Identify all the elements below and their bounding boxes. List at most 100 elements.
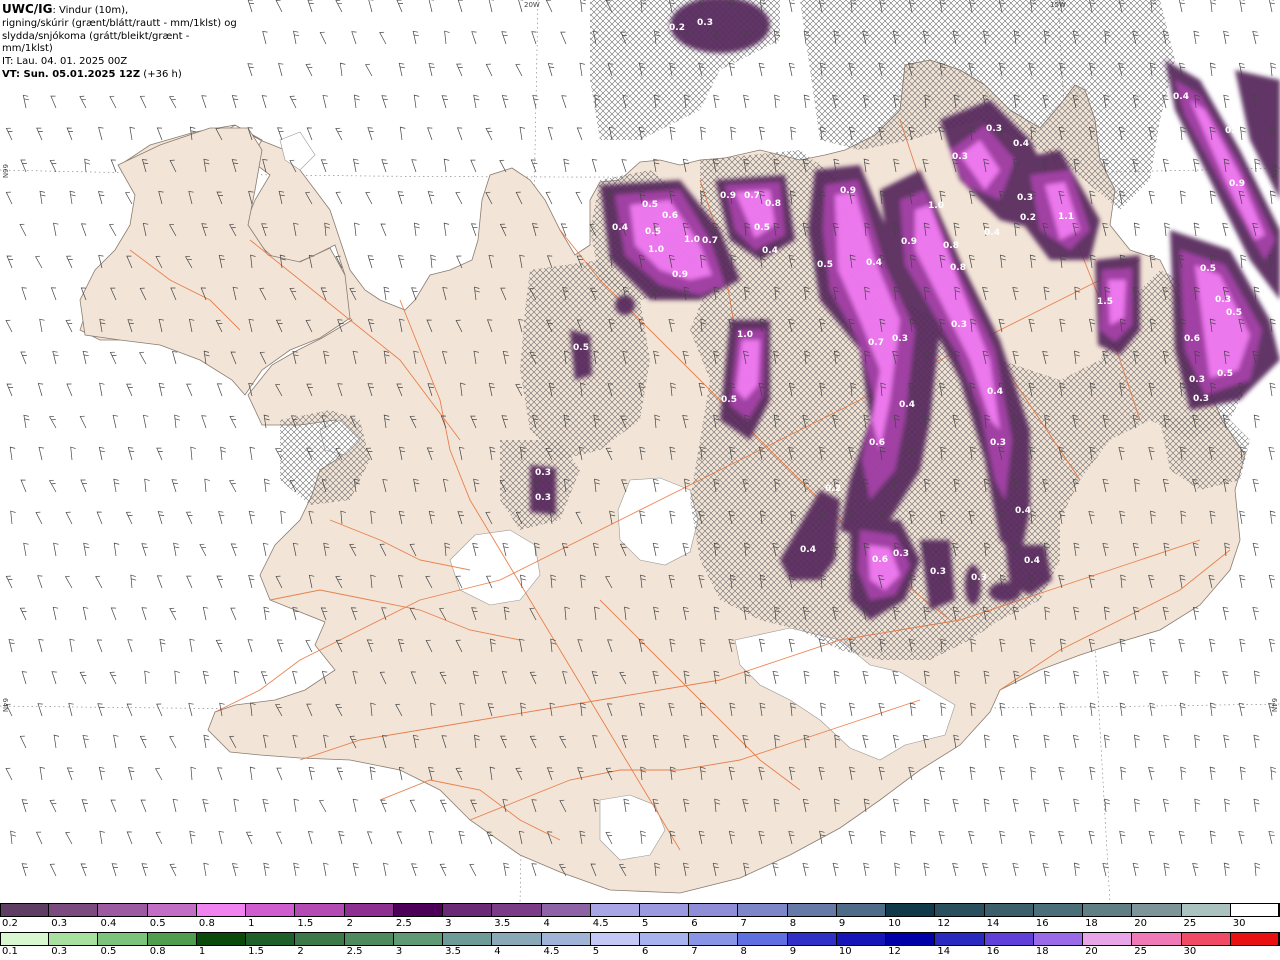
precip-label: 0.5 <box>1226 308 1242 318</box>
legend-swatch <box>689 932 739 946</box>
precip-label: 0.5 <box>817 260 833 270</box>
graticule-label-left-upper: 66N <box>1 164 9 179</box>
legend-swatch <box>443 932 493 946</box>
legend-label: 14 <box>986 918 1000 929</box>
legend-swatch <box>984 932 1034 946</box>
legend-label: 1.5 <box>248 946 265 957</box>
legend-label: 1.5 <box>297 918 314 929</box>
precip-label: 0.9 <box>1229 179 1245 189</box>
legend-label: 18 <box>1035 946 1049 957</box>
legend-swatch <box>590 932 640 946</box>
precip-label: 0.3 <box>952 152 968 162</box>
legend-label: 3 <box>395 946 403 957</box>
legend-swatch <box>836 932 887 946</box>
precip-label: 0.3 <box>892 334 908 344</box>
precip-label: 0.5 <box>645 227 661 237</box>
legend-swatch <box>295 932 345 946</box>
legend-label: 7 <box>740 918 747 929</box>
precip-label: 0.4 <box>1015 506 1031 516</box>
graticule-label-top-left: 20W <box>524 1 540 9</box>
precip-label: 0.3 <box>990 438 1006 448</box>
legend-label: 16 <box>986 946 1000 957</box>
graticule-label-right-upper: 66N <box>1270 164 1278 179</box>
legend-swatch <box>0 932 50 946</box>
legend-label: 6 <box>642 946 649 957</box>
legend-swatch <box>295 903 345 917</box>
precip-label: 1.0 <box>684 235 700 245</box>
precip-label: 0.3 <box>535 468 551 478</box>
legend-label: 0.1 <box>2 946 18 957</box>
precip-label: 0.4 <box>1013 139 1029 149</box>
precip-label: 0.7 <box>868 338 884 348</box>
legend-swatch <box>196 932 247 946</box>
legend-label: 4.5 <box>592 918 609 929</box>
legend-swatch <box>393 903 444 917</box>
precip-label: 0.9 <box>901 237 917 247</box>
legend-label: 20 <box>1134 918 1148 929</box>
legend-label: 0.5 <box>100 946 117 957</box>
legend-swatch <box>1132 903 1182 917</box>
legend-swatch <box>98 932 148 946</box>
precip-label: 0.6 <box>1184 334 1200 344</box>
graticule-label-top-right: 15W <box>1050 1 1066 9</box>
precip-label: 0.7 <box>702 236 718 246</box>
legend-swatch <box>1230 932 1280 946</box>
legend-swatch <box>344 903 394 917</box>
legend-label: 2.5 <box>346 946 363 957</box>
precip-label: 0.3 <box>697 18 713 28</box>
graticule-label-left-lower: 64N <box>1 698 9 713</box>
legend-label: 18 <box>1085 918 1098 929</box>
legend-label: 5 <box>642 918 649 929</box>
precip-label: 0.9 <box>840 186 856 196</box>
precip-label: 0.8 <box>943 241 959 251</box>
precip-label: 0.6 <box>662 211 678 221</box>
legend-swatch <box>689 903 739 917</box>
legend-label: 8 <box>740 946 747 957</box>
valid-time: VT: Sun. 05.01.2025 12Z <box>2 68 141 80</box>
legend-swatch <box>935 903 985 917</box>
legend-swatch <box>836 903 887 917</box>
precip-label: 0.9 <box>720 191 736 201</box>
precip-label: 0.3 <box>1017 193 1033 203</box>
legend-swatch <box>1033 932 1084 946</box>
legend-swatch <box>393 932 444 946</box>
legend-label: 12 <box>888 946 901 957</box>
precip-label: 0.5 <box>754 223 770 233</box>
legend-swatch <box>541 932 591 946</box>
legend-swatch <box>787 932 837 946</box>
legend-label: 14 <box>937 946 951 957</box>
rain-legend-labels: 0.1 0.3 0.5 0.8 1 1.5 2 2.5 3 3.5 4 4.5 5 6 7 8 9 10 12 14 1… <box>0 946 1280 960</box>
precip-label: 0.4 <box>899 400 915 410</box>
initial-time: IT: Lau. 04. 01. 2025 00Z <box>2 56 128 68</box>
info-line-2: rigning/skúrir (grænt/blátt/rautt - mm/1… <box>2 17 237 29</box>
legend-swatch <box>147 903 197 917</box>
forecast-lead: (+36 h) <box>140 68 182 80</box>
legend-swatch <box>1083 903 1133 917</box>
precip-label: 0.8 <box>765 199 781 209</box>
precip-label: 0.3 <box>930 567 946 577</box>
precip-label: 0.3 <box>1193 394 1209 404</box>
precip-label: 0.7 <box>744 191 760 201</box>
legend-label: 3.5 <box>445 946 461 957</box>
legend-swatch <box>738 932 788 946</box>
legend-label: 0.8 <box>149 946 166 957</box>
legend-label: 10 <box>888 918 901 929</box>
precip-label: 0.2 <box>669 23 685 33</box>
precip-label: 0.2 <box>825 484 841 494</box>
legend-swatch <box>787 903 837 917</box>
legend-swatch <box>738 903 788 917</box>
precip-label: 0.3 <box>535 493 551 503</box>
precip-label: 0.4 <box>1173 92 1189 102</box>
legend-swatch <box>1033 903 1084 917</box>
legend-swatch <box>443 903 493 917</box>
rain-legend-swatches <box>0 932 1280 946</box>
legend-swatch <box>49 903 99 917</box>
legend-label: 0.8 <box>198 918 215 929</box>
precip-label: 0.6 <box>872 555 888 565</box>
legend-label: 25 <box>1134 946 1148 957</box>
legend-swatch <box>886 903 936 917</box>
precip-label: 0.9 <box>672 270 688 280</box>
legend-label: 5 <box>592 946 600 957</box>
precip-label: 0.6 <box>869 438 885 448</box>
precip-label: 0.4 <box>612 223 628 233</box>
